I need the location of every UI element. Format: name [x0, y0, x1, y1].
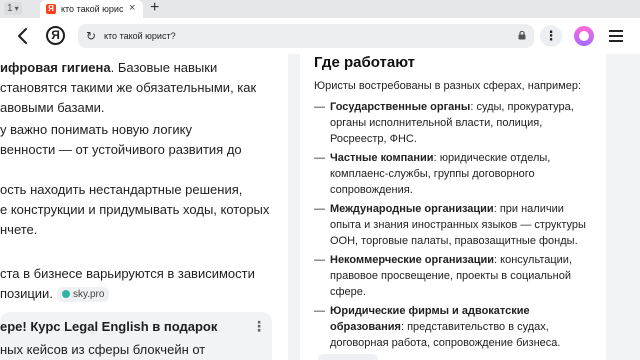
item-term: Юридические фирмы и адвокатские — [330, 305, 530, 317]
text-line: е конструкции и придумывать ходы, которы… — [0, 202, 270, 217]
text-line: ООН, торговые палаты, правозащитные фонд… — [330, 235, 578, 247]
text-line: авовыми базами. — [0, 100, 105, 115]
text-line: опыта и знания иностранных языков — стру… — [330, 219, 586, 231]
section-title: Где работают — [314, 54, 415, 71]
text-line: Росреестр, ФНС. — [330, 133, 417, 145]
text-line: : юридические отделы, — [433, 152, 551, 164]
paragraph-digital-hygiene: ифровая гигиена. Базовые навыки становят… — [0, 58, 256, 118]
text-line: : при наличии — [493, 203, 564, 215]
list-dash: — — [314, 254, 325, 266]
item-term: Международные организации — [330, 203, 494, 215]
where-they-work-panel: Где работают Юристы востребованы в разны… — [300, 54, 606, 360]
lock-icon[interactable] — [518, 31, 526, 40]
back-arrow-icon[interactable] — [16, 26, 30, 46]
tab-count: 1 — [7, 3, 13, 14]
address-text[interactable]: кто такой юрист? — [104, 29, 176, 43]
promo-text: ных кейсов из сферы блокчейн от — [0, 342, 206, 357]
source-chip[interactable] — [318, 354, 378, 360]
tab-close-icon[interactable]: × — [129, 2, 135, 15]
paragraph-creative-solutions: ость находить нестандартные решения, е к… — [0, 180, 269, 240]
more-menu-button[interactable]: ⋮ — [540, 25, 562, 47]
text-line: органы исполнительной власти, полиция, — [330, 117, 543, 129]
answer-panel: ифровая гигиена. Базовые навыки становят… — [0, 54, 288, 360]
section-intro: Юристы востребованы в разных сферах, нап… — [314, 80, 582, 92]
chevron-down-icon: ▾ — [14, 4, 19, 13]
list-dash: — — [314, 305, 325, 317]
paragraph-salary: ста в бизнесе варьируются в зависимости … — [0, 264, 255, 304]
tab-active[interactable]: Я кто такой юрист? × — [40, 0, 143, 18]
item-term: Частные компании — [330, 152, 434, 164]
text-line: правовое просвещение, проекты в социальн… — [330, 270, 572, 282]
list-dash: — — [314, 203, 325, 215]
text-line: сопровождения. — [330, 184, 413, 196]
list-item: — Юридические фирмы и адвокатские образов… — [314, 303, 602, 351]
source-link[interactable]: sky.pro — [56, 287, 110, 302]
address-bar[interactable]: ↻ кто такой юрист? — [78, 24, 534, 48]
source-favicon-icon — [61, 290, 70, 298]
list-item: — Некоммерческие организации: консультац… — [314, 252, 602, 300]
text-line: позиции. — [0, 286, 53, 301]
item-term: Некоммерческие организации — [330, 254, 495, 266]
item-term: Государственные органы — [330, 101, 471, 113]
text-line: договорная работа, сопровождение бизнеса… — [330, 337, 561, 349]
text-line: : консультации, — [494, 254, 572, 266]
list-item: — Государственные органы: суды, прокурат… — [314, 99, 602, 147]
hamburger-menu-icon[interactable] — [609, 30, 623, 42]
yandex-logo[interactable]: Я — [46, 26, 65, 45]
text-line: становятся такими же обязательными, как — [0, 80, 257, 95]
tab-count-button[interactable]: 1 ▾ — [4, 2, 22, 15]
list-dash: — — [314, 101, 325, 113]
paragraph-business-logic: у важно понимать новую логику венности —… — [0, 120, 242, 160]
promo-card[interactable]: ере! Курс Legal English в подарок ных ке… — [0, 312, 272, 360]
new-tab-button[interactable]: + — [150, 0, 159, 17]
text-line: у важно понимать новую логику — [0, 122, 192, 137]
yandex-favicon-icon: Я — [46, 4, 56, 14]
list-item: — Международные организации: при наличии… — [314, 201, 602, 249]
text-line: : суды, прокуратура, — [470, 101, 574, 113]
alice-assistant-icon[interactable] — [574, 26, 594, 46]
term-bold: ифровая гигиена — [0, 60, 111, 75]
text-line: . Базовые навыки — [110, 60, 218, 75]
text-line: венности — от устойчивого развития до — [0, 142, 242, 157]
item-term: образования — [330, 321, 401, 333]
reload-icon[interactable]: ↻ — [86, 28, 96, 44]
list-item: — Частные компании: юридические отделы, к… — [314, 150, 602, 198]
text-line: сфере. — [330, 286, 366, 298]
list-dash: — — [314, 152, 325, 164]
text-line: ста в бизнесе варьируются в зависимости — [0, 266, 255, 281]
source-label: sky.pro — [72, 289, 105, 300]
card-more-icon[interactable]: ⋮ — [252, 318, 266, 334]
promo-title: ере! Курс Legal English в подарок — [0, 319, 218, 334]
tab-strip: 1▾ Я кто такой юрист? × + — [0, 0, 640, 18]
text-line: : представительство в судах, — [400, 321, 549, 333]
tab-title: кто такой юрист? — [61, 4, 123, 14]
text-line: нчете. — [0, 222, 38, 237]
text-line: ость находить нестандартные решения, — [0, 182, 243, 197]
text-line: комплаенс-службы, группы договорного — [330, 168, 535, 180]
